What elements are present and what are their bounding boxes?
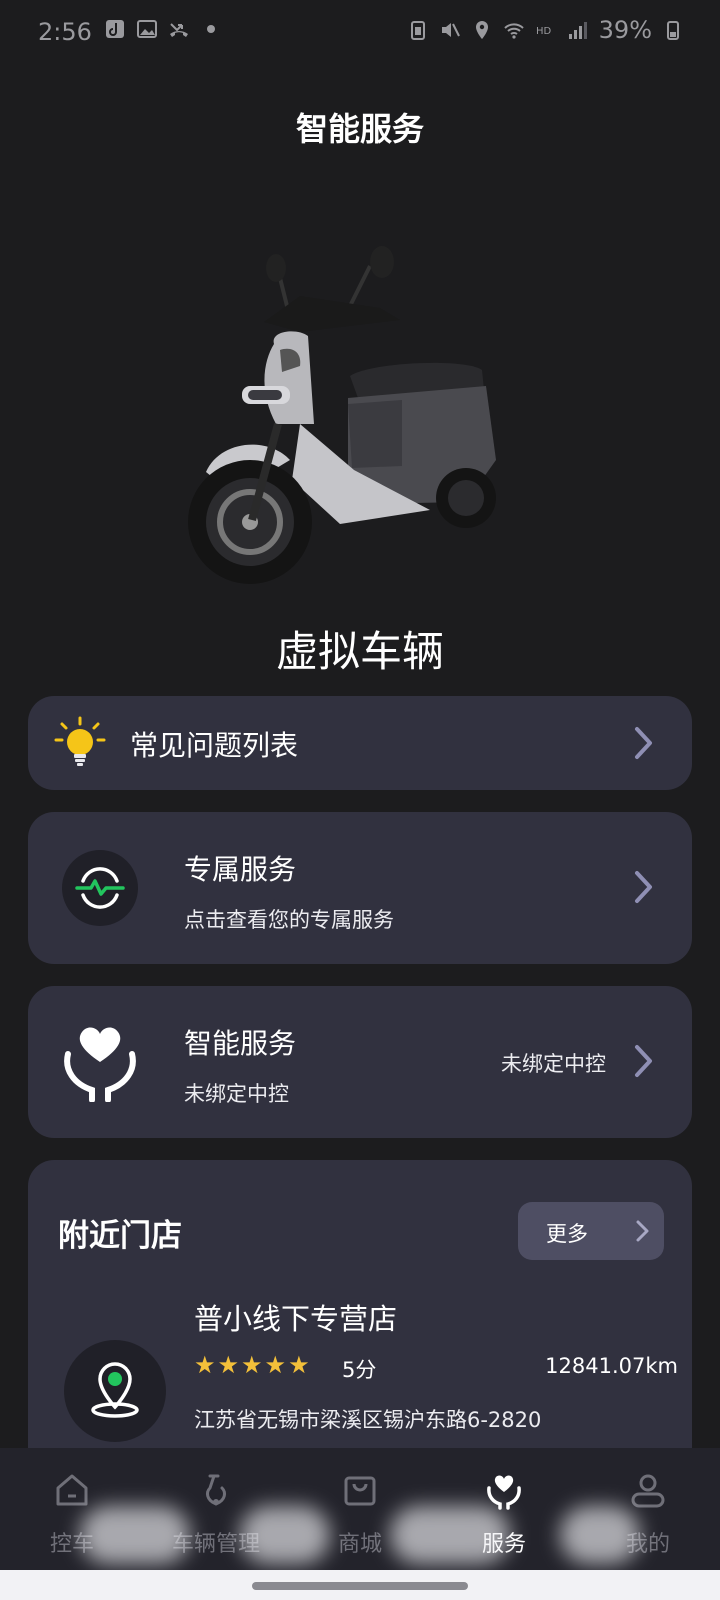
heartbeat-icon [75, 867, 125, 909]
lightbulb-icon [54, 716, 106, 766]
service-badge [62, 850, 138, 926]
shopping-bag-icon [344, 1476, 376, 1506]
star-icon: ★ [241, 1351, 263, 1379]
scooter-image [188, 246, 496, 584]
battery-saver-icon [410, 21, 425, 40]
scooter-icon [206, 1474, 226, 1506]
faq-label: 常见问题列表 [130, 729, 299, 762]
store-address: 江苏省无锡市梁溪区锡沪东路6-2820 [194, 1408, 542, 1432]
status-notification-icons [104, 18, 222, 40]
status-time: 2:56 [38, 18, 92, 46]
exclusive-service-row[interactable]: 专属服务 点击查看您的专属服务 [28, 812, 692, 964]
star-icon: ★ [194, 1351, 216, 1379]
svg-text:HD: HD [536, 26, 552, 37]
missed-call-icon [170, 23, 188, 37]
faq-list-row[interactable]: 常见问题列表 [28, 696, 692, 790]
cell-signal-icon [568, 22, 587, 39]
blur-overlay [560, 1506, 640, 1564]
location-icon [475, 21, 488, 39]
smart-service-title: 智能服务 [184, 1027, 297, 1060]
battery-percent: 39% [598, 16, 652, 44]
wifi-icon [503, 23, 524, 39]
store-rating-stars: ★ ★ ★ ★ ★ [194, 1352, 310, 1378]
star-icon: ★ [217, 1351, 240, 1379]
nearby-stores-card: 附近门店 更多 普小线下专营店 ★ ★ ★ ★ ★ 5分 12841.07km … [28, 1160, 692, 1498]
store-rating: 5分 [342, 1358, 377, 1382]
blur-overlay [390, 1506, 510, 1564]
page-title: 智能服务 [295, 110, 424, 148]
home-indicator[interactable] [252, 1582, 468, 1590]
store-name[interactable]: 普小线下专营店 [194, 1296, 397, 1338]
mute-icon [441, 23, 460, 37]
gallery-icon [137, 20, 157, 38]
smart-service-status: 未绑定中控 [501, 1052, 606, 1076]
chevron-right-icon [635, 727, 652, 759]
star-icon: ★ [264, 1351, 287, 1379]
smart-service-row[interactable]: 智能服务 未绑定中控 未绑定中控 [28, 986, 692, 1138]
store-distance: 12841.07km [545, 1354, 678, 1378]
home-icon [56, 1474, 88, 1506]
heart-hands-icon [64, 1027, 136, 1102]
exclusive-service-title: 专属服务 [184, 853, 297, 886]
status-bar: 2:56 HD 39% [0, 0, 720, 70]
user-icon [631, 1474, 665, 1508]
battery-icon [667, 21, 679, 40]
more-stores-button[interactable]: 更多 [518, 1202, 664, 1260]
chevron-right-icon [635, 1045, 652, 1077]
nearby-stores-title: 附近门店 [58, 1218, 182, 1254]
heart-hands-icon [487, 1475, 521, 1510]
chevron-right-icon [635, 871, 652, 903]
system-nav-bar [0, 1570, 720, 1600]
status-system-icons: HD 39% [407, 16, 684, 44]
exclusive-service-subtitle: 点击查看您的专属服务 [184, 908, 394, 932]
more-label: 更多 [546, 1222, 588, 1246]
store-location-badge [64, 1340, 166, 1442]
smart-service-subtitle: 未绑定中控 [184, 1082, 289, 1106]
blur-overlay [80, 1506, 190, 1564]
blur-overlay [240, 1506, 330, 1564]
tiktok-icon [106, 20, 124, 38]
chevron-right-icon [636, 1220, 649, 1242]
hd-signal-icon: HD [536, 26, 552, 37]
bottom-tab-bar: 控车 车辆管理 商城 服务 我的 [0, 1448, 720, 1570]
dot-icon [207, 25, 215, 33]
map-pin-icon [91, 1362, 139, 1418]
star-icon: ★ [288, 1351, 310, 1379]
vehicle-name: 虚拟车辆 [275, 627, 444, 676]
